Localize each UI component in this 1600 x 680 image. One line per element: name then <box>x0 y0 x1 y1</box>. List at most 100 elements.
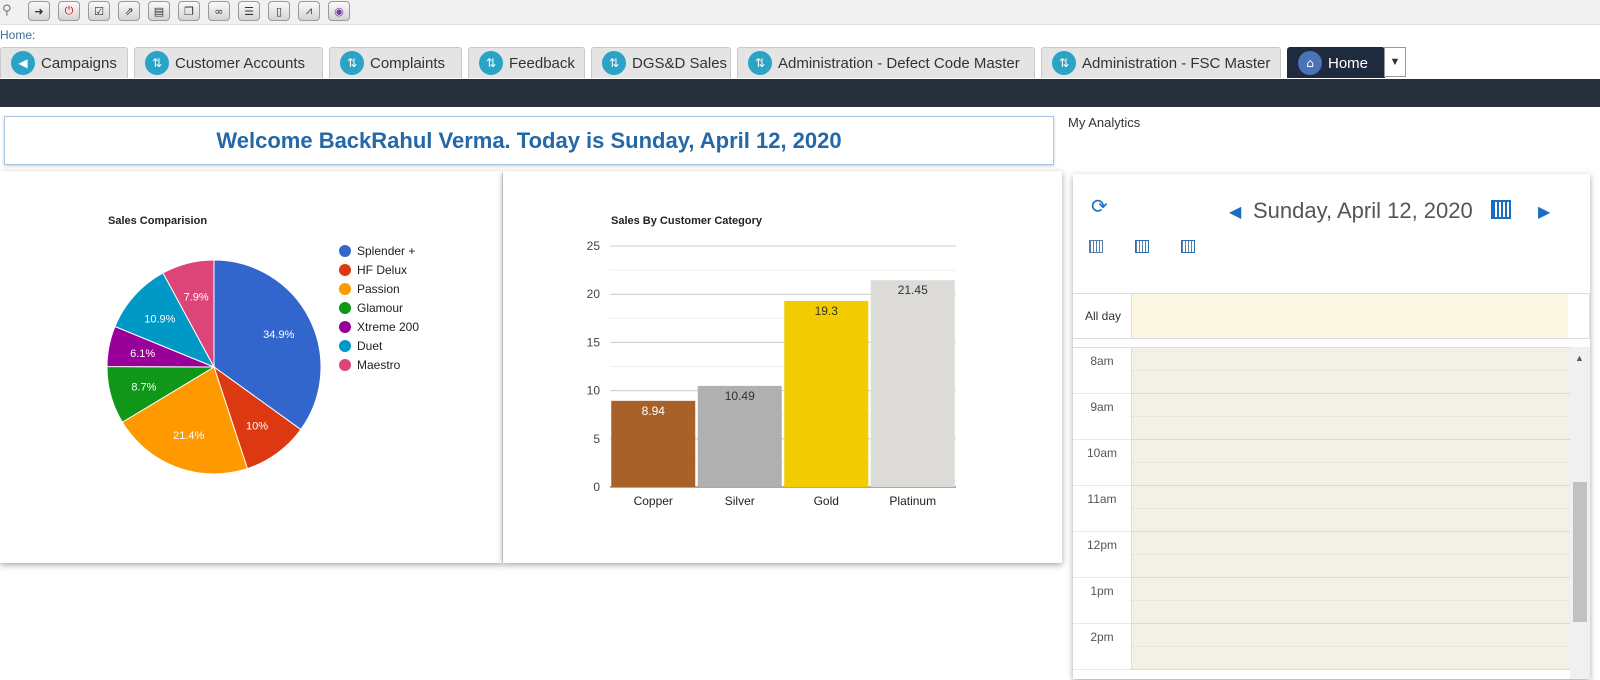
calendar-date: Sunday, April 12, 2020 <box>1253 198 1473 223</box>
export-icon[interactable]: ⇗ <box>118 1 140 21</box>
legend-swatch <box>339 359 351 371</box>
calendar-scrollbar[interactable]: ▲ <box>1570 347 1590 679</box>
tab-label: Home <box>1328 54 1369 72</box>
chart-title: Sales Comparision <box>108 215 207 227</box>
scroll-up-arrow-icon[interactable]: ▲ <box>1575 353 1584 363</box>
clipboard-icon[interactable]: ▯ <box>268 1 290 21</box>
bar-value-label: 10.49 <box>725 389 755 403</box>
menu-bar <box>0 79 1600 107</box>
bar <box>784 300 869 487</box>
tab-home[interactable]: ⌂ Home <box>1287 47 1385 78</box>
all-day-row: All day <box>1073 293 1590 339</box>
more-tabs-dropdown[interactable]: ▼ <box>1384 47 1406 77</box>
slice-label: 34.9% <box>263 329 294 341</box>
time-label: 10am <box>1073 440 1131 486</box>
search-icon[interactable]: ⚲ <box>2 3 12 18</box>
y-tick-label: 10 <box>587 384 601 398</box>
copy-icon[interactable]: ❐ <box>178 1 200 21</box>
checklist-icon[interactable]: ☑ <box>88 1 110 21</box>
all-day-label: All day <box>1085 309 1122 323</box>
module-icon: ⇅ <box>145 51 169 75</box>
tab-complaints[interactable]: ⇅ Complaints <box>329 47 462 78</box>
legend-swatch <box>339 321 351 333</box>
tab-campaigns[interactable]: ◀ Campaigns <box>0 47 128 78</box>
bar-chart-svg: Sales By Customer Category 0 5 10 15 20 25 8.94… <box>587 215 956 508</box>
legend-swatch <box>339 264 351 276</box>
list-icon[interactable]: ☰ <box>238 1 260 21</box>
tab-administration-fsc-master[interactable]: ⇅ Administration - FSC Master <box>1041 47 1281 78</box>
y-tick-label: 15 <box>587 335 601 349</box>
legend-swatch <box>339 283 351 295</box>
legend-label: Passion <box>357 282 400 296</box>
time-cell[interactable] <box>1131 532 1571 578</box>
calendar-picker-icon[interactable] <box>1491 200 1511 219</box>
my-analytics-heading: My Analytics <box>1068 115 1141 130</box>
legend-label: Maestro <box>357 358 401 372</box>
tab-label: Customer Accounts <box>175 54 306 72</box>
bar-value-label: 19.3 <box>815 304 839 318</box>
bar-value-label: 21.45 <box>898 283 928 297</box>
tab-feedback[interactable]: ⇅ Feedback <box>468 47 585 78</box>
document-icon[interactable]: ▤ <box>148 1 170 21</box>
time-label: 8am <box>1073 348 1131 394</box>
module-icon: ⇅ <box>748 51 772 75</box>
prev-day-arrow[interactable]: ◀ <box>1229 202 1241 221</box>
legend-swatch <box>339 245 351 257</box>
tab-administration-defect-code-master[interactable]: ⇅ Administration - Defect Code Master <box>737 47 1035 78</box>
month-view-icon[interactable] <box>1181 240 1195 253</box>
time-cell[interactable] <box>1131 394 1571 440</box>
week-view-icon[interactable] <box>1135 240 1149 253</box>
megaphone-icon: ◀ <box>11 51 35 75</box>
time-cell[interactable] <box>1131 440 1571 486</box>
tab-label: Administration - Defect Code Master <box>778 54 1020 72</box>
legend-swatch <box>339 340 351 352</box>
time-grid: 8am 9am 10am 11am 12pm 1pm 2pm <box>1073 347 1571 680</box>
all-day-cell[interactable] <box>1131 294 1568 338</box>
time-cell[interactable] <box>1131 624 1571 670</box>
x-tick-label: Gold <box>814 494 839 508</box>
tab-label: Campaigns <box>41 54 117 72</box>
time-cell[interactable] <box>1131 348 1571 394</box>
slice-label: 10% <box>246 421 268 433</box>
time-slot: 2pm <box>1073 624 1571 670</box>
chart-icon[interactable]: ⩘ <box>298 1 320 21</box>
home-icon: ⌂ <box>1298 51 1322 75</box>
legend-label: Splender + <box>357 244 415 258</box>
x-tick-label: Copper <box>634 494 673 508</box>
legend-swatch <box>339 302 351 314</box>
time-label: 11am <box>1073 486 1131 532</box>
breadcrumb: Home: <box>0 28 36 42</box>
slice-label: 7.9% <box>184 291 209 303</box>
report-icon[interactable]: ◉ <box>328 1 350 21</box>
time-slot: 12pm <box>1073 532 1571 578</box>
day-view-icon[interactable] <box>1089 240 1103 253</box>
slice-label: 6.1% <box>130 348 155 360</box>
time-slot: 1pm <box>1073 578 1571 624</box>
scrollbar-thumb[interactable] <box>1573 482 1587 622</box>
power-icon[interactable]: ⏻ <box>58 1 80 21</box>
time-cell[interactable] <box>1131 486 1571 532</box>
welcome-banner: Welcome BackRahul Verma. Today is Sunday… <box>4 116 1054 165</box>
next-day-arrow[interactable]: ▶ <box>1538 202 1550 221</box>
refresh-icon[interactable]: ⟳ <box>1091 194 1108 218</box>
legend-label: HF Delux <box>357 263 407 277</box>
time-cell[interactable] <box>1131 578 1571 624</box>
go-icon[interactable]: ➜ <box>28 1 50 21</box>
tab-dgsd-sales[interactable]: ⇅ DGS&D Sales <box>591 47 731 78</box>
time-label: 9am <box>1073 394 1131 440</box>
module-icon: ⇅ <box>340 51 364 75</box>
module-icon: ⇅ <box>602 51 626 75</box>
sales-comparison-chart: Sales Comparision 34.9% 10% 21.4% 8.7% 6.1% 10… <box>0 171 502 563</box>
y-tick-label: 5 <box>593 432 600 446</box>
x-tick-label: Silver <box>725 494 755 508</box>
time-slot: 8am <box>1073 348 1571 394</box>
module-icon: ⇅ <box>1052 51 1076 75</box>
bar <box>870 280 955 487</box>
tab-customer-accounts[interactable]: ⇅ Customer Accounts <box>134 47 323 78</box>
time-label: 12pm <box>1073 532 1131 578</box>
bar-value-label: 8.94 <box>642 404 666 418</box>
tab-label: Administration - FSC Master <box>1082 54 1271 72</box>
link-icon[interactable]: ∞ <box>208 1 230 21</box>
y-tick-label: 20 <box>587 287 601 301</box>
time-label: 2pm <box>1073 624 1131 670</box>
